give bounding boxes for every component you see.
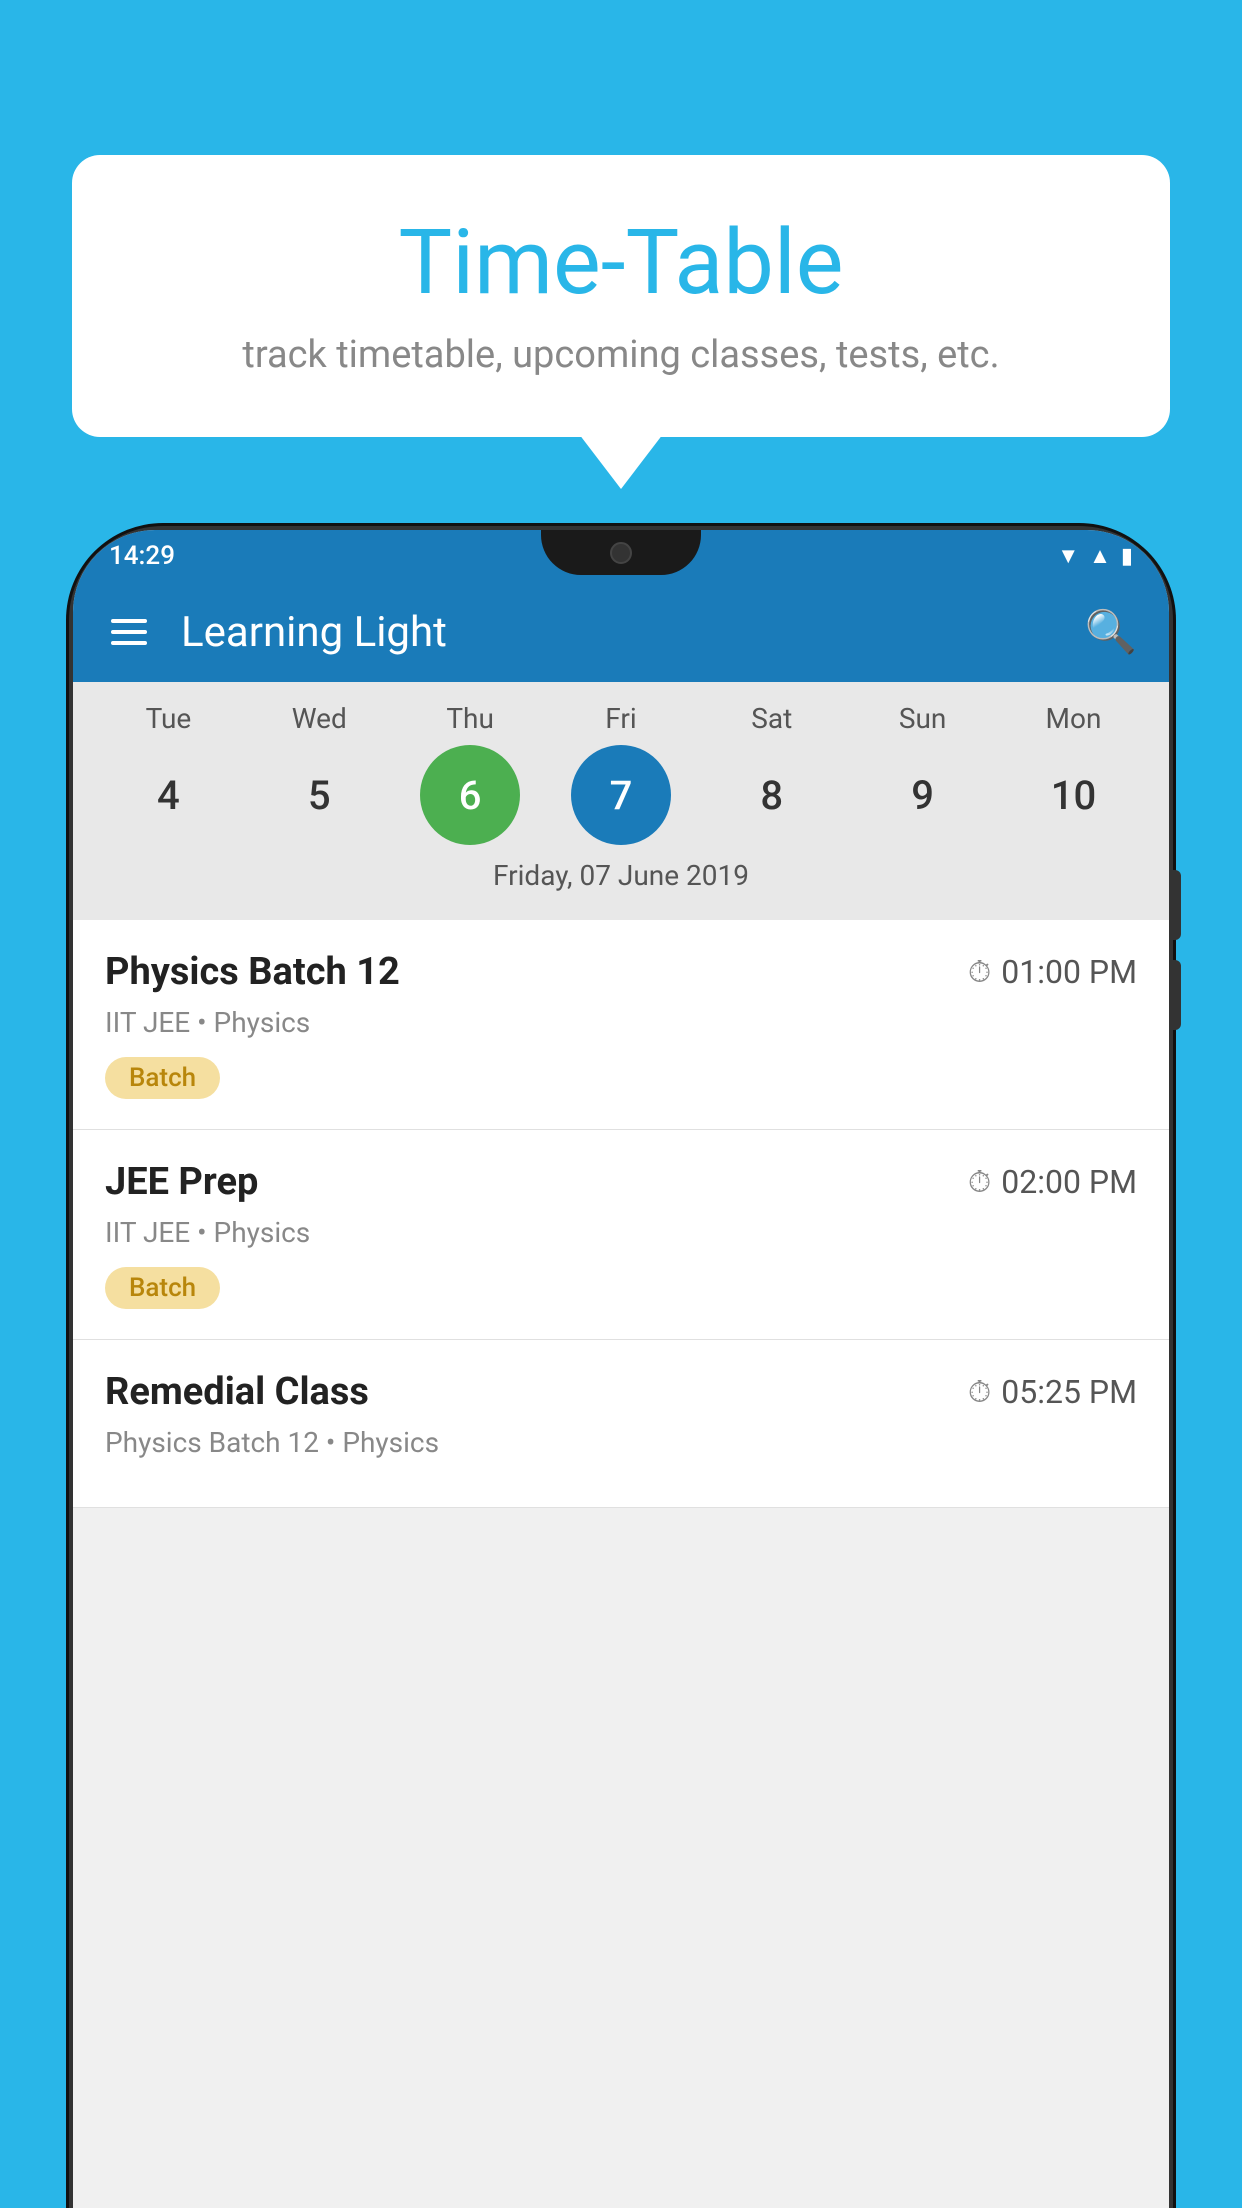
day-name-sat: Sat (712, 702, 832, 735)
schedule-item-1-badge: Batch (105, 1057, 220, 1099)
day-name-mon: Mon (1013, 702, 1133, 735)
bubble-title: Time-Table (132, 210, 1110, 315)
schedule-item-1[interactable]: Physics Batch 12 ⏱ 01:00 PM IIT JEE • Ph… (73, 920, 1169, 1130)
phone-frame: 14:29 ▼ ▲ ▮ Learning Light 🔍 (73, 530, 1169, 2208)
battery-icon: ▮ (1121, 544, 1133, 569)
phone-screen: 14:29 ▼ ▲ ▮ Learning Light 🔍 (73, 530, 1169, 2208)
wifi-icon: ▼ (1057, 543, 1079, 569)
calendar-strip: Tue Wed Thu Fri Sat Sun Mon 4 5 6 7 8 9 … (73, 682, 1169, 920)
day-names-row: Tue Wed Thu Fri Sat Sun Mon (93, 702, 1149, 735)
day-num-8[interactable]: 8 (722, 745, 822, 845)
schedule-item-2[interactable]: JEE Prep ⏱ 02:00 PM IIT JEE • Physics Ba… (73, 1130, 1169, 1340)
schedule-item-3-name: Remedial Class (105, 1370, 369, 1414)
signal-icon: ▲ (1089, 543, 1111, 569)
day-num-7-selected[interactable]: 7 (571, 745, 671, 845)
hamburger-menu-icon[interactable] (105, 613, 153, 651)
schedule-item-3-subject: Physics Batch 12 • Physics (105, 1426, 1137, 1459)
day-name-fri: Fri (561, 702, 681, 735)
speech-bubble-card: Time-Table track timetable, upcoming cla… (72, 155, 1170, 437)
schedule-item-2-subject: IIT JEE • Physics (105, 1216, 1137, 1249)
day-name-tue: Tue (108, 702, 228, 735)
day-num-9[interactable]: 9 (873, 745, 973, 845)
schedule-item-2-badge: Batch (105, 1267, 220, 1309)
day-num-6-today[interactable]: 6 (420, 745, 520, 845)
schedule-item-3[interactable]: Remedial Class ⏱ 05:25 PM Physics Batch … (73, 1340, 1169, 1508)
schedule-item-2-time: ⏱ 02:00 PM (968, 1163, 1137, 1201)
day-num-10[interactable]: 10 (1023, 745, 1123, 845)
bubble-subtitle: track timetable, upcoming classes, tests… (132, 333, 1110, 377)
side-buttons (1169, 870, 1181, 1030)
clock-icon-2: ⏱ (968, 1165, 991, 1200)
day-num-5[interactable]: 5 (269, 745, 369, 845)
app-title: Learning Light (181, 608, 1057, 657)
day-numbers-row: 4 5 6 7 8 9 10 (93, 745, 1149, 845)
phone-notch (541, 530, 701, 575)
day-num-4[interactable]: 4 (118, 745, 218, 845)
status-icons: ▼ ▲ ▮ (1057, 543, 1133, 569)
schedule-item-2-header: JEE Prep ⏱ 02:00 PM (105, 1160, 1137, 1204)
schedule-item-1-header: Physics Batch 12 ⏱ 01:00 PM (105, 950, 1137, 994)
schedule-item-1-time: ⏱ 01:00 PM (968, 953, 1137, 991)
day-name-sun: Sun (863, 702, 983, 735)
status-time: 14:29 (109, 541, 175, 571)
side-button-2 (1169, 960, 1181, 1030)
side-button-1 (1169, 870, 1181, 940)
phone-camera (610, 542, 632, 564)
day-name-wed: Wed (259, 702, 379, 735)
schedule-item-1-subject: IIT JEE • Physics (105, 1006, 1137, 1039)
schedule-item-3-time: ⏱ 05:25 PM (968, 1373, 1137, 1411)
phone-container: 14:29 ▼ ▲ ▮ Learning Light 🔍 (73, 530, 1169, 2208)
search-icon[interactable]: 🔍 (1085, 608, 1137, 657)
schedule-item-1-name: Physics Batch 12 (105, 950, 400, 994)
schedule-item-2-name: JEE Prep (105, 1160, 258, 1204)
clock-icon-3: ⏱ (968, 1375, 991, 1410)
selected-date-label: Friday, 07 June 2019 (93, 845, 1149, 908)
schedule-list: Physics Batch 12 ⏱ 01:00 PM IIT JEE • Ph… (73, 920, 1169, 1508)
clock-icon-1: ⏱ (968, 955, 991, 990)
schedule-item-3-header: Remedial Class ⏱ 05:25 PM (105, 1370, 1137, 1414)
app-bar: Learning Light 🔍 (73, 582, 1169, 682)
day-name-thu: Thu (410, 702, 530, 735)
